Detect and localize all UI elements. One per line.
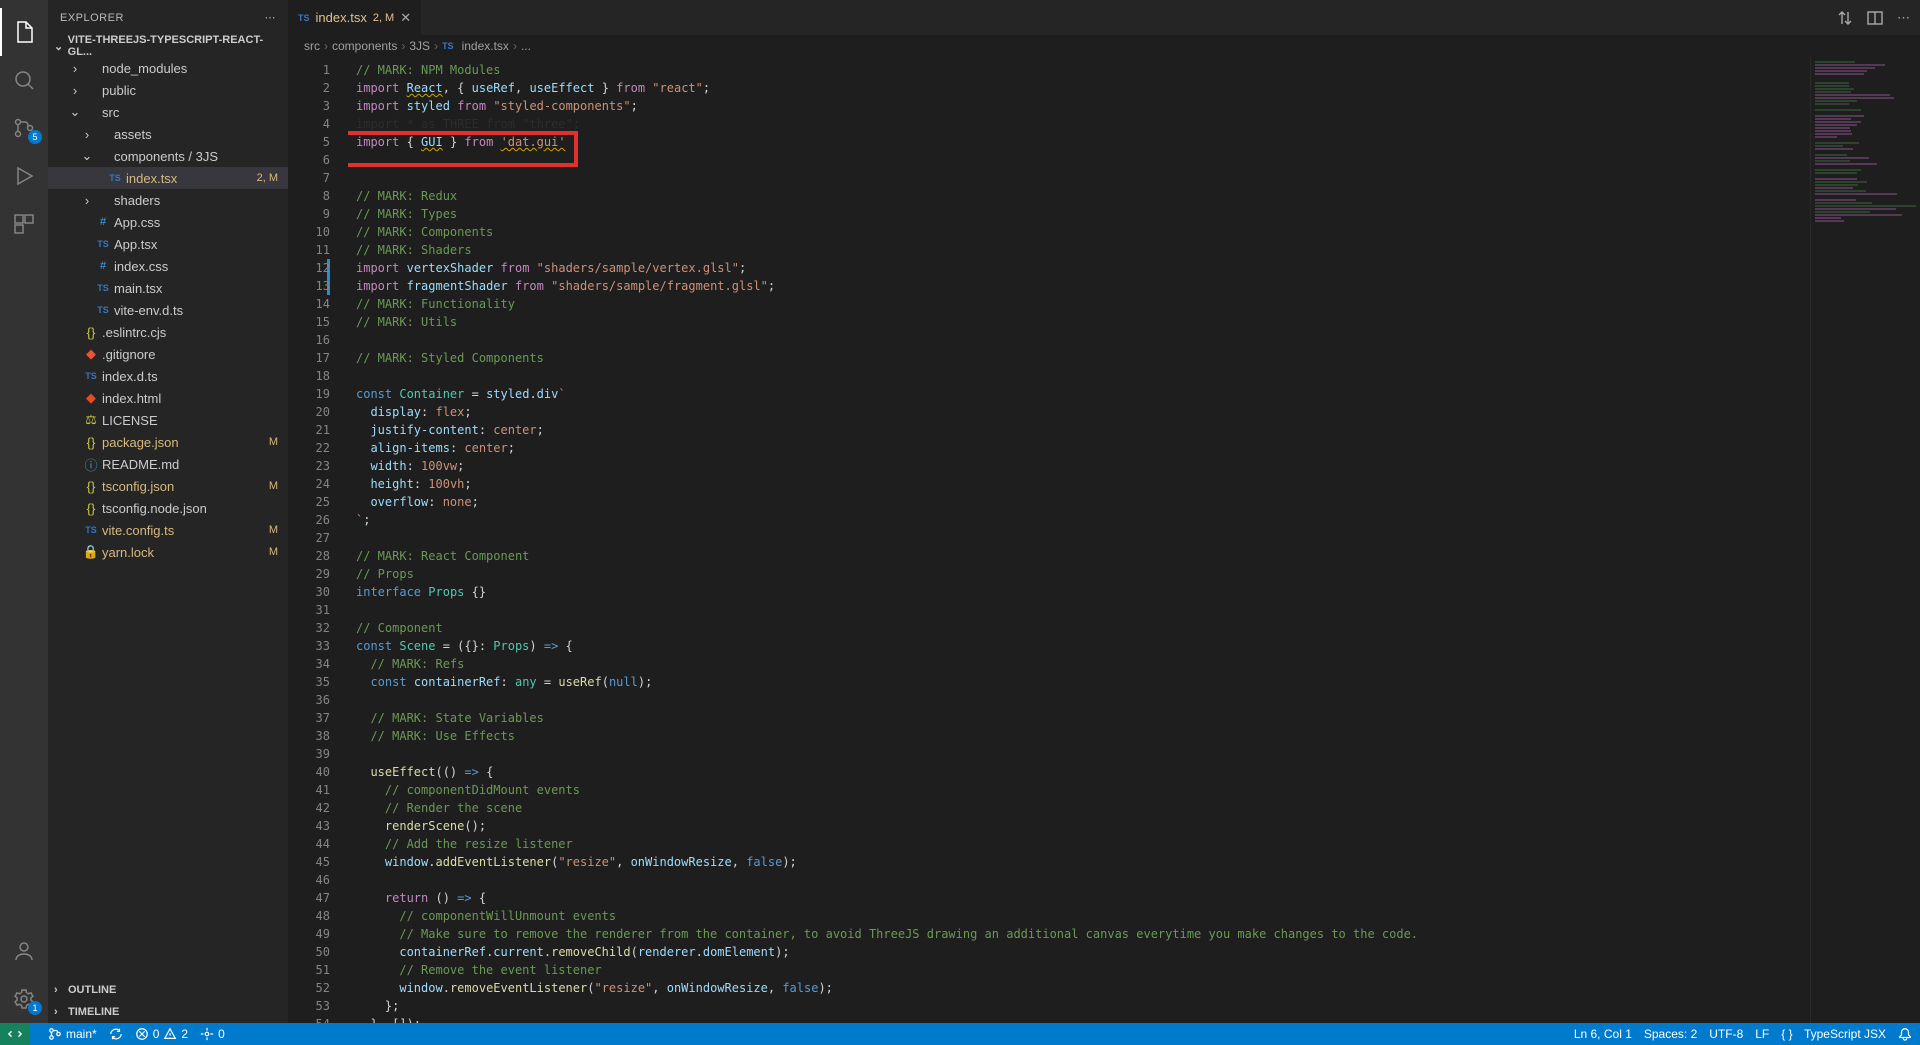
tree-item-index-d-ts[interactable]: TSindex.d.ts <box>48 365 288 387</box>
project-header[interactable]: ⌄ VITE-THREEJS-TYPESCRIPT-REACT-GL... <box>48 35 288 57</box>
breadcrumb-item[interactable]: ... <box>521 39 531 53</box>
compare-icon[interactable] <box>1837 10 1853 26</box>
tree-item-components---3JS[interactable]: ⌄components / 3JS <box>48 145 288 167</box>
breadcrumbs[interactable]: src›components›3JS›TSindex.tsx›... <box>288 35 1920 57</box>
lang-status[interactable]: { } TypeScript JSX <box>1781 1027 1886 1041</box>
cursor-position[interactable]: Ln 6, Col 1 <box>1574 1027 1632 1041</box>
tree-item-tsconfig-json[interactable]: {}tsconfig.jsonM <box>48 475 288 497</box>
ports-status[interactable]: 0 <box>200 1027 225 1041</box>
tree-item-assets[interactable]: ›assets <box>48 123 288 145</box>
encoding-status[interactable]: UTF-8 <box>1709 1027 1743 1041</box>
settings-icon[interactable]: 1 <box>0 975 48 1023</box>
error-count: 0 <box>153 1027 160 1041</box>
tree-item-index-html[interactable]: ◆index.html <box>48 387 288 409</box>
scm-badge: 5 <box>28 130 42 144</box>
timeline-header[interactable]: › TIMELINE <box>48 1001 288 1023</box>
editor-area: TS index.tsx 2, M ✕ ⋯ src›components›3JS… <box>288 0 1920 1023</box>
tab-index-tsx[interactable]: TS index.tsx 2, M ✕ <box>288 0 422 35</box>
eol-status[interactable]: LF <box>1755 1027 1769 1041</box>
indent-status[interactable]: Spaces: 2 <box>1644 1027 1697 1041</box>
tab-actions: ⋯ <box>1827 0 1920 35</box>
search-icon[interactable] <box>0 56 48 104</box>
tree-item-vite-config-ts[interactable]: TSvite.config.tsM <box>48 519 288 541</box>
branch-name: main* <box>66 1027 97 1041</box>
accounts-icon[interactable] <box>0 927 48 975</box>
more-icon[interactable]: ⋯ <box>1897 10 1910 26</box>
tree-item-vite-env-d-ts[interactable]: TSvite-env.d.ts <box>48 299 288 321</box>
tree-item-node_modules[interactable]: ›node_modules <box>48 57 288 79</box>
tree-item--gitignore[interactable]: ◆.gitignore <box>48 343 288 365</box>
timeline-label: TIMELINE <box>68 1006 119 1018</box>
tree-item-main-tsx[interactable]: TSmain.tsx <box>48 277 288 299</box>
tree-item-App-css[interactable]: #App.css <box>48 211 288 233</box>
tree-item-App-tsx[interactable]: TSApp.tsx <box>48 233 288 255</box>
minimap[interactable] <box>1810 57 1920 1023</box>
close-icon[interactable]: ✕ <box>400 10 411 26</box>
tab-bar: TS index.tsx 2, M ✕ ⋯ <box>288 0 1920 35</box>
notifications-icon[interactable] <box>1898 1027 1912 1041</box>
tree-item-package-json[interactable]: {}package.jsonM <box>48 431 288 453</box>
project-name: VITE-THREEJS-TYPESCRIPT-REACT-GL... <box>68 34 282 58</box>
ports-count: 0 <box>218 1027 225 1041</box>
status-bar: main* 0 2 0 Ln 6, Col 1 Spaces: 2 UTF-8 … <box>0 1023 1920 1045</box>
explorer-icon[interactable] <box>0 8 48 56</box>
breadcrumb-item[interactable]: 3JS <box>409 39 430 53</box>
gutter: 1234567891011121314151617181920212223242… <box>288 57 348 1023</box>
remote-indicator[interactable] <box>0 1023 30 1045</box>
split-icon[interactable] <box>1867 10 1883 26</box>
breadcrumb-item[interactable]: index.tsx <box>462 39 509 53</box>
breadcrumb-item[interactable]: src <box>304 39 320 53</box>
tree-item-LICENSE[interactable]: ⚖LICENSE <box>48 409 288 431</box>
tree-item-src[interactable]: ⌄src <box>48 101 288 123</box>
tree-item-shaders[interactable]: ›shaders <box>48 189 288 211</box>
problems-status[interactable]: 0 2 <box>135 1027 188 1041</box>
code-editor[interactable]: // MARK: NPM Modulesimport React, { useR… <box>348 57 1810 1023</box>
tree-item--eslintrc-cjs[interactable]: {}.eslintrc.cjs <box>48 321 288 343</box>
file-tree: ›node_modules›public⌄src›assets⌄componen… <box>48 57 288 979</box>
outline-header[interactable]: › OUTLINE <box>48 979 288 1001</box>
explorer-title: EXPLORER <box>60 12 124 24</box>
activity-bar: 5 1 <box>0 0 48 1023</box>
settings-badge: 1 <box>28 1001 42 1015</box>
source-control-icon[interactable]: 5 <box>0 104 48 152</box>
tree-item-index-tsx[interactable]: TSindex.tsx2, M <box>48 167 288 189</box>
tree-item-tsconfig-node-json[interactable]: {}tsconfig.node.json <box>48 497 288 519</box>
tab-meta: 2, M <box>373 12 394 24</box>
extensions-icon[interactable] <box>0 200 48 248</box>
sidebar-header: EXPLORER ⋯ <box>48 0 288 35</box>
sidebar: EXPLORER ⋯ ⌄ VITE-THREEJS-TYPESCRIPT-REA… <box>48 0 288 1023</box>
tree-item-public[interactable]: ›public <box>48 79 288 101</box>
outline-label: OUTLINE <box>68 984 116 996</box>
tree-item-README-md[interactable]: ⓘREADME.md <box>48 453 288 475</box>
sync-status[interactable] <box>109 1027 123 1041</box>
branch-status[interactable]: main* <box>48 1027 97 1041</box>
typescript-icon: TS <box>298 13 310 23</box>
breadcrumb-item[interactable]: components <box>332 39 397 53</box>
warning-count: 2 <box>181 1027 188 1041</box>
explorer-more-icon[interactable]: ⋯ <box>265 11 277 24</box>
tree-item-yarn-lock[interactable]: 🔒yarn.lockM <box>48 541 288 563</box>
tab-label: index.tsx <box>316 10 367 25</box>
run-debug-icon[interactable] <box>0 152 48 200</box>
tree-item-index-css[interactable]: #index.css <box>48 255 288 277</box>
